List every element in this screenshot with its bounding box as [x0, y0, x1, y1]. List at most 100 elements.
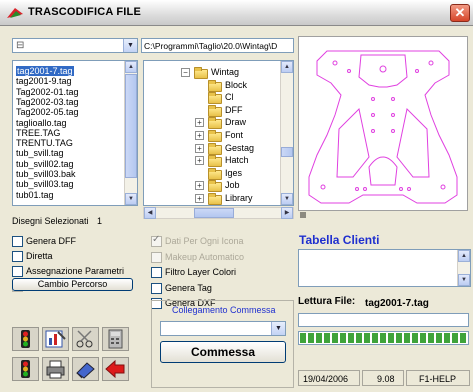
hscroll-thumb[interactable] [194, 208, 234, 218]
folder-tree-item[interactable]: + Font [144, 129, 282, 142]
drawing-preview [298, 36, 468, 211]
folder-label: Cl [225, 92, 234, 103]
scroll-down-icon[interactable]: ▼ [125, 193, 137, 205]
checkbox-label: Dati Per Ogni Icona [165, 236, 244, 246]
file-list-item[interactable]: tag2001-7.tag [16, 66, 74, 76]
folder-tree-item[interactable]: + Job [144, 179, 282, 193]
title-bar: TRASCODIFICA FILE ✕ [0, 0, 473, 26]
progress-fill [300, 333, 467, 343]
expand-icon[interactable]: + [195, 131, 204, 140]
traffic-light-icon[interactable] [12, 357, 39, 381]
change-path-button[interactable]: Cambio Percorso [12, 278, 133, 291]
folder-tree-item[interactable]: + Draw [144, 116, 282, 130]
folder-tree-item[interactable]: + Library [144, 192, 282, 205]
file-list-item[interactable]: tub_svill.tag [16, 148, 64, 158]
file-list-item[interactable]: Tag2002-05.tag [16, 107, 79, 117]
expand-icon[interactable]: + [195, 143, 204, 153]
file-list-item[interactable]: tub_svill02.tag [16, 159, 74, 169]
drawings-selected-label: Disegni Selezionati [12, 216, 89, 226]
file-list-scrollbar[interactable]: ▲ ▼ [124, 61, 137, 205]
folder-tree-scrollbar[interactable]: ▲ ▼ [280, 61, 293, 205]
close-button[interactable]: ✕ [450, 4, 470, 22]
window-title: TRASCODIFICA FILE [28, 6, 141, 18]
chevron-down-icon[interactable]: ▼ [123, 39, 137, 52]
splitter-handle[interactable] [300, 212, 306, 218]
folder-tree-item[interactable]: + Hatch [144, 154, 282, 168]
file-list-item[interactable]: tub01.tag [16, 190, 54, 200]
scroll-up-icon[interactable]: ▲ [458, 250, 470, 262]
folder-label: Job [225, 180, 240, 191]
folder-label: DFF [225, 104, 243, 115]
reading-file-label: Lettura File: [298, 296, 356, 307]
expand-icon[interactable]: + [195, 118, 204, 128]
scroll-up-icon[interactable]: ▲ [125, 61, 137, 73]
folder-tree-item[interactable]: Cl [144, 91, 282, 105]
eraser-icon[interactable] [72, 357, 99, 381]
folder-tree-item[interactable]: DFF [144, 104, 282, 117]
edit-chart-icon[interactable] [42, 327, 69, 351]
scroll-thumb[interactable] [281, 147, 293, 157]
file-list-item[interactable]: TREE.TAG [16, 128, 60, 138]
path-text: C:\Programmi\Taglio\20.0\Wintag\D [144, 41, 278, 51]
order-button[interactable]: Commessa [160, 341, 286, 363]
scroll-down-icon[interactable]: ▼ [458, 274, 470, 286]
folder-tree-hscrollbar[interactable]: ◀ ▶ [143, 207, 294, 219]
order-select[interactable]: ▼ [160, 321, 286, 336]
checkbox[interactable] [151, 267, 162, 278]
scroll-right-icon[interactable]: ▶ [281, 207, 293, 219]
traffic-light-icon[interactable] [12, 327, 39, 351]
file-list-item[interactable]: tub_svill03.tag [16, 179, 74, 189]
file-list[interactable]: tag2001-7.tag tag2001-9.tag Tag2002-01.tag… [12, 60, 138, 206]
folder-label: Hatch [225, 155, 249, 166]
checkbox-label: Genera Tag [165, 282, 212, 293]
chevron-down-icon[interactable]: ▼ [271, 322, 285, 335]
app-icon [7, 8, 23, 18]
folder-tree-item[interactable]: Block [144, 79, 282, 92]
folder-icon [208, 193, 222, 205]
calculator-icon[interactable] [102, 327, 129, 351]
file-list-item[interactable]: Tag2002-03.tag [16, 97, 79, 107]
reading-file-name: tag2001-7.tag [365, 298, 429, 309]
collapse-icon[interactable]: − [181, 68, 190, 77]
expand-icon[interactable]: + [195, 194, 204, 203]
checkbox[interactable] [12, 251, 23, 262]
path-field[interactable]: C:\Programmi\Taglio\20.0\Wintag\D [141, 38, 294, 53]
scroll-up-icon[interactable]: ▲ [281, 61, 293, 73]
folder-tree-item[interactable]: + Gestag [144, 142, 282, 155]
scroll-thumb[interactable] [125, 74, 137, 178]
scroll-down-icon[interactable]: ▼ [281, 193, 293, 205]
folder-icon [208, 117, 222, 130]
printer-icon[interactable] [42, 357, 69, 381]
folder-label: Library [225, 193, 253, 203]
checkbox-label: Makeup Automatico [165, 251, 245, 262]
clients-scrollbar[interactable]: ▲ ▼ [457, 250, 470, 286]
file-list-item[interactable]: taglioallo.tag [16, 118, 67, 128]
file-list-item[interactable]: TRENTU.TAG [16, 138, 73, 148]
drawings-selected-count: 1 [97, 216, 103, 226]
file-list-item[interactable]: tag2001-9.tag [16, 76, 72, 86]
folder-icon [208, 155, 222, 168]
file-list-item[interactable]: Tag2002-01.tag [16, 87, 79, 97]
status-date: 19/04/2006 [303, 374, 349, 384]
checkbox[interactable] [151, 251, 162, 263]
drive-select[interactable]: ⊟ ▼ [12, 38, 138, 53]
red-arrow-icon[interactable] [102, 357, 129, 381]
expand-icon[interactable]: + [195, 156, 204, 166]
status-help-cell: F1-HELP [406, 370, 470, 386]
checkbox[interactable] [12, 266, 23, 277]
folder-icon [208, 180, 222, 193]
scissors-icon[interactable] [72, 327, 99, 351]
scroll-left-icon[interactable]: ◀ [144, 207, 156, 219]
expand-icon[interactable]: + [195, 181, 204, 191]
folder-tree-item[interactable]: − Wintag [144, 66, 282, 79]
folder-icon [208, 130, 222, 142]
clients-table[interactable]: ▲ ▼ [298, 249, 471, 287]
clients-table-title: Tabella Clienti [299, 233, 380, 247]
folder-tree-item[interactable]: Iges [144, 167, 282, 180]
folder-label: Wintag [211, 67, 240, 77]
file-list-item[interactable]: tub_svill03.bak [16, 169, 76, 179]
checkbox[interactable] [12, 236, 23, 247]
folder-tree[interactable]: − Wintag Block Cl DFF + Draw + Font + Gestag + Hatch… [143, 60, 294, 206]
checkbox[interactable] [151, 234, 162, 247]
checkbox[interactable] [151, 282, 162, 294]
